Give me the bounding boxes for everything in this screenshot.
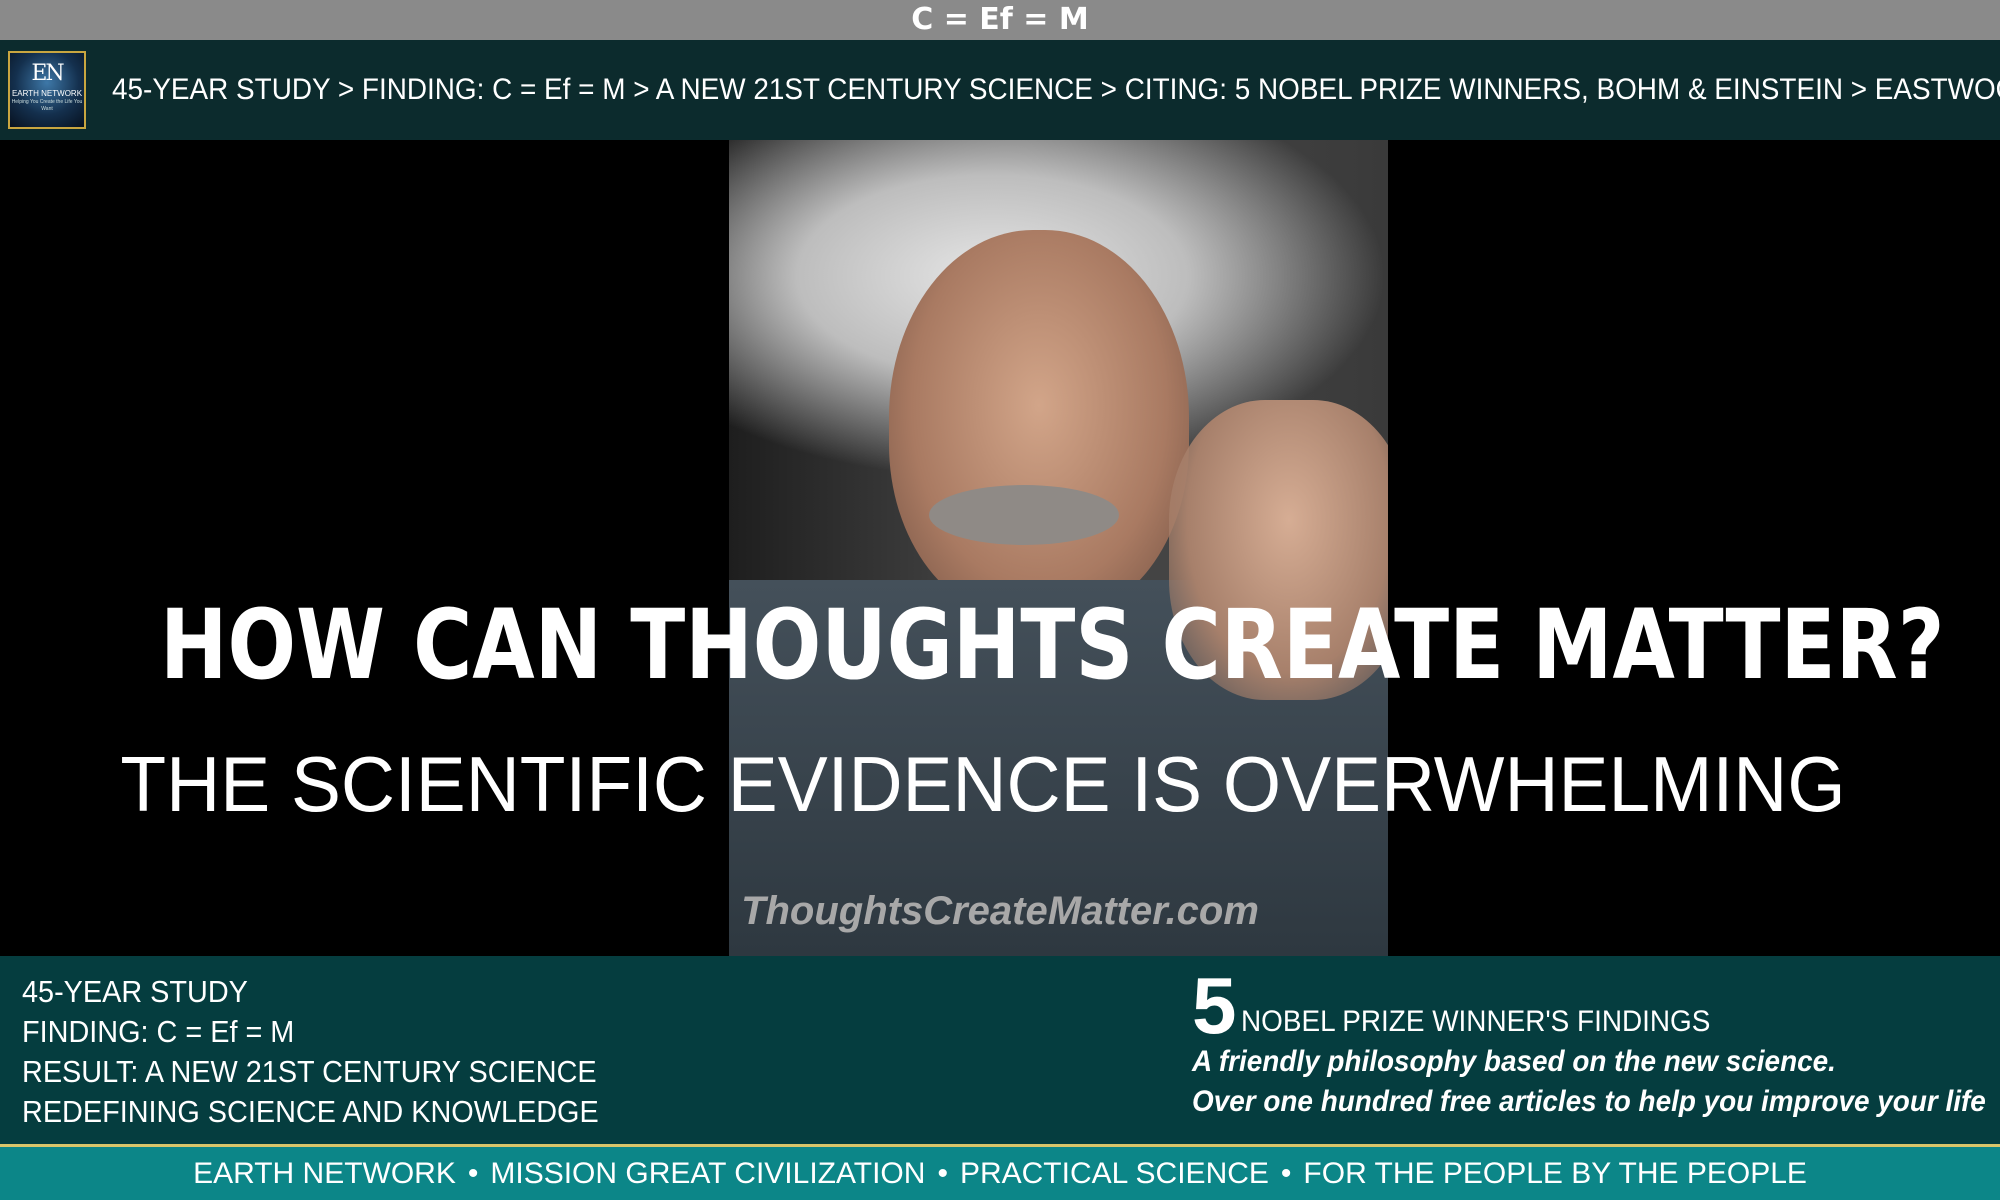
logo-tagline: Helping You Create the Life You Want (11, 99, 83, 112)
portrait-image (729, 140, 1388, 956)
philosophy-tagline: A friendly philosophy based on the new s… (1192, 1045, 1836, 1078)
portrait-mustache (929, 485, 1119, 545)
hero-headline: HOW CAN THOUGHTS CREATE MATTER? (160, 589, 1945, 701)
nobel-count: 5 (1192, 961, 1237, 1050)
nobel-label: NOBEL PRIZE WINNER'S FINDINGS (1240, 1005, 1711, 1038)
study-line: 45-YEAR STUDY (22, 974, 248, 1009)
portrait-face (889, 230, 1189, 620)
logo-mark: EN (31, 61, 64, 86)
study-line: FINDING: C = Ef = M (22, 1014, 295, 1049)
study-summary: 45-YEAR STUDY FINDING: C = Ef = M RESULT… (22, 972, 642, 1132)
hero-subheadline: THE SCIENTIFIC EVIDENCE IS OVERWHELMING (120, 740, 1846, 828)
logo-name: EARTH NETWORK (11, 89, 83, 98)
study-line: RESULT: A NEW 21ST CENTURY SCIENCE (22, 1054, 597, 1089)
title-bar: C = Ef = M (0, 0, 2000, 40)
earth-network-logo[interactable]: EN EARTH NETWORK Helping You Create the … (8, 51, 86, 129)
footer-bar: EARTH NETWORK • MISSION GREAT CIVILIZATION… (0, 1144, 2000, 1200)
footer-item-earth-network[interactable]: EARTH NETWORK (193, 1157, 456, 1190)
top-navigation-band: EN EARTH NETWORK Helping You Create the … (0, 40, 2000, 140)
footer-separator: • (467, 1157, 479, 1190)
website-watermark: ThoughtsCreateMatter.com (741, 889, 1259, 933)
breadcrumb[interactable]: 45-YEAR STUDY > FINDING: C = Ef = M > A … (112, 40, 2000, 140)
footer-item-for-the-people[interactable]: FOR THE PEOPLE BY THE PEOPLE (1303, 1157, 1807, 1190)
nobel-summary: 5 NOBEL PRIZE WINNER'S FINDINGS A friend… (1192, 966, 1992, 1122)
footer-separator: • (1280, 1157, 1292, 1190)
footer-item-mission[interactable]: MISSION GREAT CIVILIZATION (490, 1157, 925, 1190)
footer-item-practical-science[interactable]: PRACTICAL SCIENCE (960, 1157, 1269, 1190)
articles-tagline: Over one hundred free articles to help y… (1192, 1085, 1986, 1118)
footer-separator: • (937, 1157, 948, 1190)
hero-banner: HOW CAN THOUGHTS CREATE MATTER? THE SCIE… (0, 140, 2000, 956)
nobel-line: 5 NOBEL PRIZE WINNER'S FINDINGS (1192, 966, 1992, 1046)
study-line: REDEFINING SCIENCE AND KNOWLEDGE (22, 1094, 599, 1129)
info-band: 45-YEAR STUDY FINDING: C = Ef = M RESULT… (0, 956, 2000, 1144)
